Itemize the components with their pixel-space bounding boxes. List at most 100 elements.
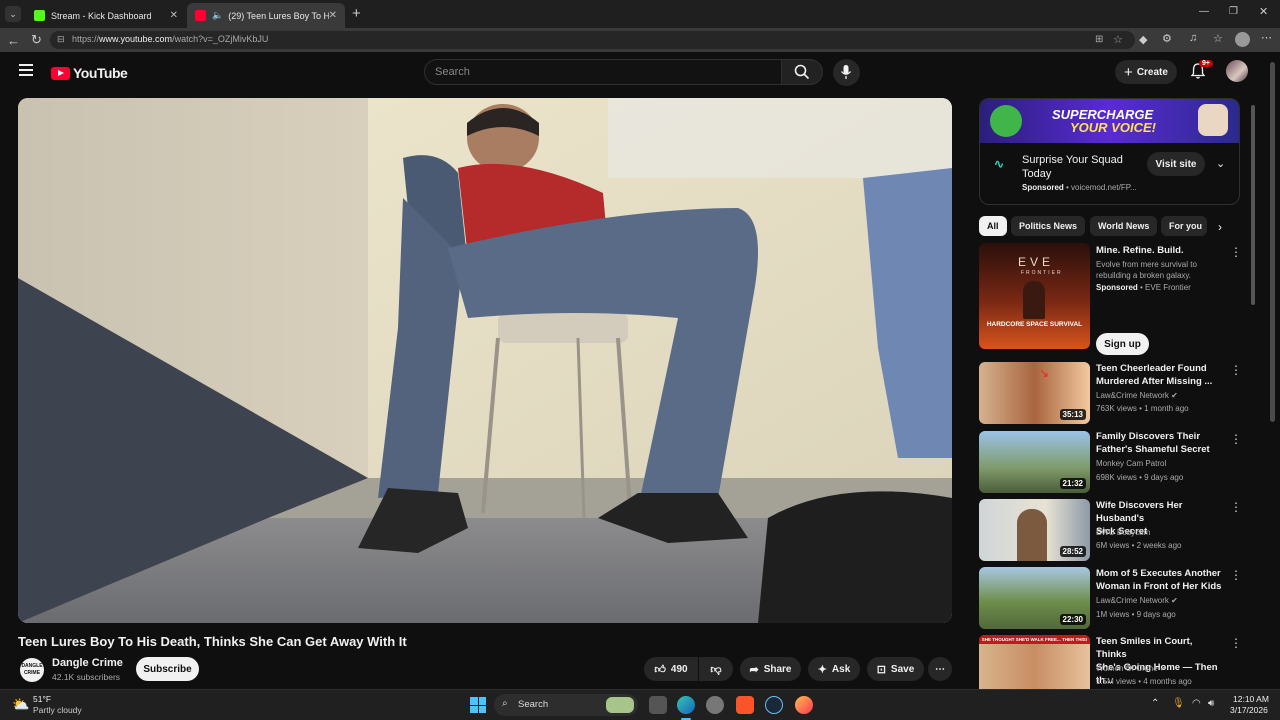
rec-title-2[interactable]: Family Discovers Their Father's Shameful … [1096, 430, 1224, 456]
media-control-icon[interactable]: ♫ [1189, 32, 1197, 44]
sidebar-scrollbar[interactable] [1251, 105, 1255, 305]
more-vert-icon[interactable]: ⋮ [1230, 363, 1242, 377]
close-window-icon[interactable]: ✕ [1259, 5, 1268, 18]
rec-channel-4[interactable]: Law&Crime Network ✔ [1096, 596, 1178, 605]
task-view-icon[interactable] [649, 696, 667, 714]
voicemod-logo-icon: ∿ [994, 157, 1005, 171]
video-duration: 28:52 [1059, 546, 1086, 557]
video-player[interactable] [18, 98, 952, 623]
create-button[interactable]: + Create [1115, 60, 1177, 84]
browser-tab-kick[interactable]: Stream - Kick Dashboard ✕ [26, 3, 186, 28]
verified-check-icon: ✔ [1171, 596, 1178, 605]
close-tab-icon[interactable]: ✕ [329, 10, 337, 21]
account-avatar[interactable] [1226, 60, 1248, 82]
ask-button[interactable]: ✦ Ask [808, 657, 860, 681]
brave-browser-icon[interactable] [736, 696, 754, 714]
more-actions-button[interactable]: ⋯ [928, 657, 952, 681]
chevron-down-icon[interactable]: ⌄ [1216, 157, 1225, 170]
rec-channel-2[interactable]: Monkey Cam Patrol [1096, 459, 1166, 468]
extension-diamond-icon[interactable]: ◆ [1139, 33, 1147, 46]
rec-thumbnail-3[interactable]: 28:52 [979, 499, 1090, 561]
eve-logo-subtext: FRONTIER [1021, 270, 1063, 276]
volume-icon[interactable]: 🔊︎ [1208, 698, 1214, 709]
more-vert-icon[interactable]: ⋮ [1230, 500, 1242, 514]
rec-title-4[interactable]: Mom of 5 Executes Another Woman in Front … [1096, 567, 1224, 593]
close-tab-icon[interactable]: ✕ [170, 10, 178, 21]
extensions-puzzle-icon[interactable]: ⚙ [1162, 32, 1172, 45]
notifications-button[interactable]: 9+ [1189, 60, 1213, 82]
chip-all[interactable]: All [979, 216, 1007, 236]
app-icon[interactable] [706, 696, 724, 714]
chips-next-chevron-icon[interactable]: › [1218, 220, 1222, 234]
edge-browser-icon[interactable] [677, 696, 695, 714]
search-icon: ⌕ [502, 698, 508, 709]
reload-icon[interactable]: ↻ [31, 32, 42, 48]
sponsored-rec-thumbnail[interactable]: EVE FRONTIER HARDCORE SPACE SURVIVAL [979, 243, 1090, 349]
browser-tab-strip: ⌄ Stream - Kick Dashboard ✕ 🔈 (29) Teen … [0, 0, 1280, 28]
visit-site-button[interactable]: Visit site [1147, 152, 1205, 176]
search-highlight-image [606, 697, 634, 713]
rec-channel-3[interactable]: EWU Bodycam [1096, 528, 1150, 537]
favorite-star-icon[interactable]: ☆ [1113, 33, 1123, 46]
share-button[interactable]: ➦ Share [740, 657, 801, 681]
save-button[interactable]: ⊡ Save [867, 657, 924, 681]
favorites-icon[interactable]: ☆ [1213, 32, 1223, 45]
guide-menu-icon[interactable] [19, 64, 33, 76]
more-vert-icon[interactable]: ⋮ [1230, 636, 1242, 650]
new-tab-button[interactable]: + [352, 5, 361, 22]
page-scrollbar[interactable] [1270, 62, 1275, 422]
more-menu-icon[interactable]: ⋯ [1261, 31, 1272, 44]
wifi-icon[interactable]: ◠ [1192, 698, 1201, 709]
youtube-logo[interactable]: YouTube [51, 65, 128, 81]
browser-tab-youtube[interactable]: 🔈 (29) Teen Lures Boy To His De ✕ [187, 3, 345, 28]
more-vert-icon[interactable]: ⋮ [1230, 245, 1242, 259]
rec-meta-4: 1M views • 9 days ago [1096, 610, 1176, 619]
rec-thumbnail-5[interactable]: SHE THOUGHT SHE'D WALK FREE... THEN THIS… [979, 635, 1090, 689]
search-button[interactable] [781, 59, 823, 85]
subscribe-button[interactable]: Subscribe [136, 657, 199, 681]
rec-channel-5[interactable]: Women Of Crime ✔ [1096, 664, 1167, 673]
weather-widget[interactable]: ⛅ 51°F Partly cloudy [12, 693, 102, 717]
ad-meta: Sponsored • voicemod.net/FP... [1022, 183, 1137, 192]
back-arrow-icon[interactable]: ← [7, 33, 20, 48]
channel-name[interactable]: Dangle Crime [52, 657, 123, 669]
tab-list-dropdown-icon[interactable]: ⌄ [5, 6, 21, 22]
show-hidden-icons-chevron-icon[interactable]: ⌃ [1151, 698, 1159, 709]
minimize-window-icon[interactable]: — [1199, 6, 1209, 17]
rec-title-1[interactable]: Teen Cheerleader Found Murdered After Mis… [1096, 362, 1224, 388]
url-field[interactable]: ⊟ https://www.youtube.com/watch?v=_OZjMi… [50, 31, 1135, 49]
dislike-button[interactable]: 👎︎ [699, 657, 733, 681]
rec-channel-1[interactable]: Law&Crime Network ✔ [1096, 391, 1178, 400]
chip-for-you[interactable]: For you [1161, 216, 1207, 236]
restore-window-icon[interactable]: ❐ [1229, 6, 1238, 17]
channel-avatar[interactable]: DANGLE CRIME [20, 658, 44, 682]
visit-site-label: Visit site [1155, 158, 1197, 170]
rec-thumbnail-1[interactable]: ↘ 35:13 [979, 362, 1090, 424]
profile-avatar[interactable] [1235, 32, 1250, 47]
taskbar-search-box[interactable]: ⌕ Search [494, 694, 638, 716]
reader-mode-icon[interactable]: ⊞ [1095, 34, 1103, 45]
chip-world-news[interactable]: World News [1090, 216, 1158, 236]
sign-up-button[interactable]: Sign up [1096, 333, 1149, 355]
start-windows-icon[interactable] [470, 697, 486, 713]
audio-playing-icon[interactable]: 🔈 [212, 10, 223, 21]
ask-label: Ask [831, 663, 851, 675]
firefox-icon[interactable] [795, 696, 813, 714]
search-input[interactable]: Search [424, 59, 782, 85]
chip-politics-news[interactable]: Politics News [1011, 216, 1086, 236]
sponsored-rec-title[interactable]: Mine. Refine. Build. [1096, 244, 1224, 257]
mic-tray-icon[interactable]: 🎙︎ [1172, 698, 1185, 709]
rec-thumbnail-4[interactable]: 22:30 [979, 567, 1090, 629]
more-vert-icon[interactable]: ⋮ [1230, 568, 1242, 582]
site-info-icon[interactable]: ⊟ [57, 34, 65, 45]
subscribe-label: Subscribe [143, 663, 192, 675]
like-button[interactable]: 👍︎ 490 [644, 657, 698, 681]
sidebar-ad-card[interactable]: SUPERCHARGE YOUR VOICE! ∿ Surprise Your … [979, 98, 1240, 205]
clock-date[interactable]: 3/17/2026 [1230, 705, 1268, 715]
steam-icon[interactable] [765, 696, 783, 714]
voice-search-button[interactable] [833, 59, 860, 86]
weather-desc: Partly cloudy [33, 705, 82, 715]
more-vert-icon[interactable]: ⋮ [1230, 432, 1242, 446]
clock-time[interactable]: 12:10 AM [1233, 694, 1269, 704]
rec-thumbnail-2[interactable]: 21:32 [979, 431, 1090, 493]
